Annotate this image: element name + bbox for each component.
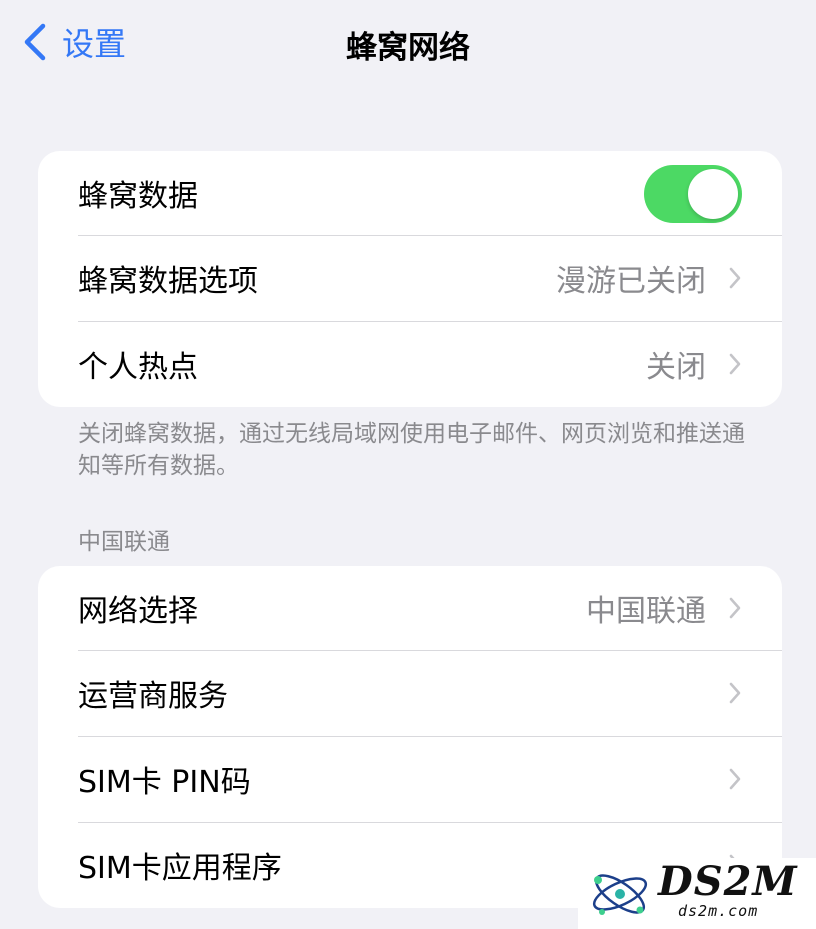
row-value: 漫游已关闭 xyxy=(556,264,706,299)
page-title: 蜂窝网络 xyxy=(346,30,470,66)
chevron-right-icon xyxy=(729,353,741,375)
row-label: 运营商服务 xyxy=(78,679,228,714)
cellular-data-toggle[interactable] xyxy=(644,165,742,223)
cellular-settings-group: 蜂窝数据 蜂窝数据选项 漫游已关闭 个人热点 关闭 xyxy=(38,151,782,407)
atom-logo-icon xyxy=(592,874,648,915)
row-label: 网络选择 xyxy=(78,594,198,629)
row-value: 中国联通 xyxy=(586,594,706,629)
row-carrier-services[interactable]: 运营商服务 xyxy=(38,650,782,736)
row-value: 关闭 xyxy=(646,350,706,385)
chevron-right-icon xyxy=(729,597,741,619)
toggle-knob xyxy=(688,169,738,219)
row-personal-hotspot[interactable]: 个人热点 关闭 xyxy=(38,321,782,407)
watermark-title: DS2M xyxy=(658,858,798,905)
row-label: 个人热点 xyxy=(78,350,198,385)
navigation-bar: 设置 蜂窝网络 xyxy=(0,0,816,84)
row-cellular-data-options[interactable]: 蜂窝数据选项 漫游已关闭 xyxy=(38,235,782,321)
row-label: 蜂窝数据选项 xyxy=(78,264,258,299)
row-sim-pin[interactable]: SIM卡 PIN码 xyxy=(38,736,782,822)
row-label: 蜂窝数据 xyxy=(78,179,198,214)
chevron-right-icon xyxy=(729,267,741,289)
row-label: SIM卡 PIN码 xyxy=(78,765,251,800)
watermark: DS2M ds2m.com xyxy=(578,858,816,929)
row-cellular-data: 蜂窝数据 xyxy=(38,151,782,235)
carrier-settings-group: 网络选择 中国联通 运营商服务 SIM卡 PIN码 SIM卡应用程序 xyxy=(38,566,782,908)
row-network-selection[interactable]: 网络选择 中国联通 xyxy=(38,566,782,650)
watermark-subtitle: ds2m.com xyxy=(678,902,759,920)
row-label: SIM卡应用程序 xyxy=(78,851,282,886)
group-footer-text: 关闭蜂窝数据，通过无线局域网使用电子邮件、网页浏览和推送通知等所有数据。 xyxy=(78,421,745,479)
chevron-right-icon xyxy=(729,768,741,790)
section-header: 中国联通 xyxy=(78,529,170,555)
chevron-right-icon xyxy=(729,682,741,704)
